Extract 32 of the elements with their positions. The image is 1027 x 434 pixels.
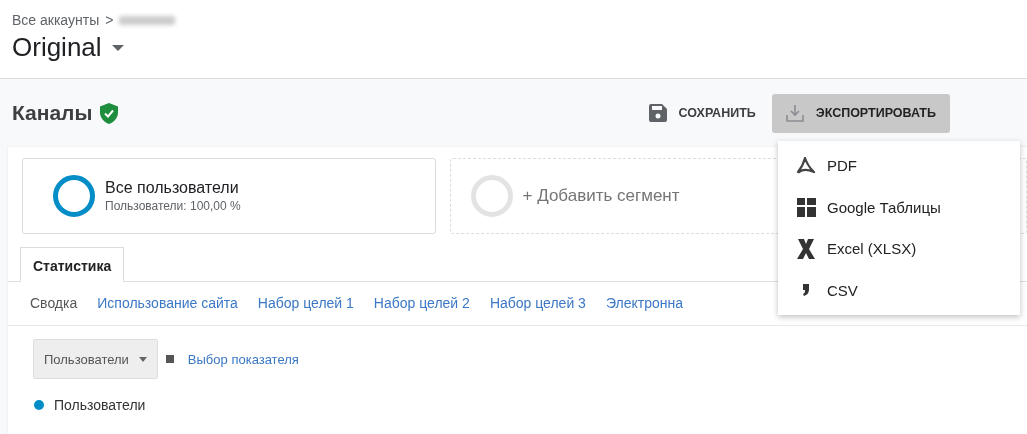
report-title: Каналы [12, 101, 93, 125]
subtab-link[interactable]: Набор целей 3 [489, 295, 586, 325]
segment-name: Все пользователи [105, 179, 240, 197]
metric-dropdown[interactable]: Пользователи [33, 339, 158, 379]
ring-icon [53, 175, 95, 217]
x-icon [797, 238, 815, 259]
comma-icon [802, 284, 810, 297]
export-button[interactable]: ЭКСПОРТИРОВАТЬ [771, 93, 950, 133]
add-segment-label: + Добавить сегмент [522, 186, 680, 206]
save-button[interactable]: СОХРАНИТЬ [634, 93, 770, 133]
square-icon [165, 355, 174, 363]
breadcrumb-link[interactable]: Все аккаунты [12, 12, 100, 28]
save-icon [648, 104, 667, 122]
caret-icon[interactable] [111, 44, 124, 51]
subtab-link[interactable]: Использование сайта [97, 295, 238, 325]
segment-card[interactable]: Все пользователи Пользователи: 100,00 % [22, 158, 436, 234]
breadcrumb-separator: > [105, 12, 114, 28]
subtab-link[interactable]: Сводка [30, 295, 78, 325]
menu-item[interactable]: Google Таблицы [778, 186, 1020, 228]
ring-icon [470, 175, 513, 217]
tab[interactable]: Статистика [20, 247, 125, 282]
subtab-link[interactable]: Набор целей 2 [373, 295, 470, 325]
menu-item[interactable]: CSV [778, 269, 1020, 311]
legend-label: Пользователи [54, 397, 146, 413]
subtab-link[interactable]: Набор целей 1 [257, 295, 354, 325]
view-selector[interactable]: Original [12, 32, 102, 63]
grid-icon [796, 197, 816, 217]
metric-link[interactable]: Выбор показателя [187, 351, 299, 367]
pdf-icon [796, 156, 816, 175]
download-icon [785, 104, 804, 122]
subtab-link[interactable]: Электронна [605, 295, 683, 325]
segment-detail: Пользователи: 100,00 % [105, 199, 241, 213]
